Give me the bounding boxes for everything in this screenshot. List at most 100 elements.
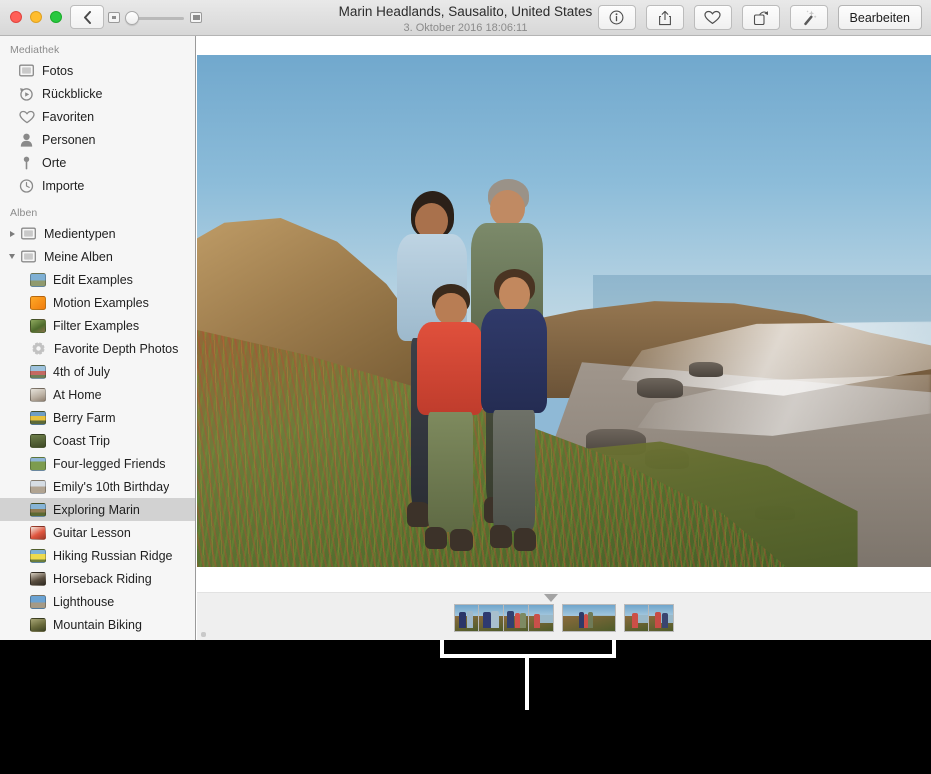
- photos-window: Marin Headlands, Sausalito, United State…: [0, 0, 931, 640]
- sidebar-item-emilys-10th-birthday[interactable]: Emily's 10th Birthday: [0, 475, 195, 498]
- sidebar-item-label: Coast Trip: [53, 433, 110, 448]
- sidebar-item-edit-examples[interactable]: Edit Examples: [0, 268, 195, 291]
- small-thumbnail-icon: [108, 12, 120, 23]
- sidebar-item-favorite-depth-photos[interactable]: Favorite Depth Photos: [0, 337, 195, 360]
- filmstrip-thumbnail[interactable]: [529, 604, 554, 632]
- zoom-button[interactable]: [50, 11, 62, 23]
- person-icon: [18, 132, 35, 147]
- album-thumbnail-icon: [30, 525, 46, 540]
- sidebar-item-label: Horseback Riding: [53, 571, 152, 586]
- sidebar-item-label: Personen: [42, 132, 96, 147]
- sidebar-item-label: Favorite Depth Photos: [54, 341, 179, 356]
- filmstrip-group: [562, 604, 616, 632]
- sidebar-item-orte[interactable]: Orte: [0, 151, 195, 174]
- large-thumbnail-icon: [190, 12, 202, 23]
- filmstrip-thumbnail-selected[interactable]: [562, 604, 616, 632]
- filmstrip-thumbnail[interactable]: [504, 604, 529, 632]
- back-button[interactable]: [70, 5, 104, 29]
- sidebar-item-four-legged-friends[interactable]: Four-legged Friends: [0, 452, 195, 475]
- sidebar-item-label: Lighthouse: [53, 594, 115, 609]
- enhance-button[interactable]: [789, 5, 828, 30]
- sidebar-item-label: Medientypen: [44, 226, 116, 241]
- album-thumbnail-icon: [30, 387, 46, 402]
- sidebar-item-label: At Home: [53, 387, 102, 402]
- sidebar-item-label: Motion Examples: [53, 295, 149, 310]
- sidebar-item-rueckblicke[interactable]: Rückblicke: [0, 82, 195, 105]
- sidebar-item-label: 4th of July: [53, 364, 110, 379]
- toolbar-actions: Bearbeiten: [597, 5, 922, 30]
- favorite-button[interactable]: [693, 5, 732, 30]
- share-icon: [658, 10, 672, 26]
- info-button[interactable]: [597, 5, 636, 30]
- sidebar-item-motion-examples[interactable]: Motion Examples: [0, 291, 195, 314]
- album-thumbnail-icon: [30, 433, 46, 448]
- callout-annotation: [0, 640, 931, 774]
- filmstrip-callout-bracket: [440, 640, 630, 662]
- sidebar-item-fotos[interactable]: Fotos: [0, 59, 195, 82]
- zoom-slider-knob[interactable]: [125, 11, 139, 25]
- folder-icon: [20, 226, 37, 241]
- filmstrip-thumbnail[interactable]: [624, 604, 649, 632]
- album-thumbnail-icon: [30, 272, 46, 287]
- sidebar-item-filter-examples[interactable]: Filter Examples: [0, 314, 195, 337]
- album-thumbnail-icon: [30, 548, 46, 563]
- clock-icon: [18, 178, 35, 193]
- chevron-right-icon[interactable]: [6, 230, 18, 237]
- gear-icon: [30, 341, 47, 356]
- sidebar-item-label: Favoriten: [42, 109, 95, 124]
- filmstrip-thumbnail[interactable]: [454, 604, 479, 632]
- sidebar-item-label: Four-legged Friends: [53, 456, 166, 471]
- filmstrip-bar[interactable]: [197, 592, 931, 640]
- photo-family-group: [381, 168, 579, 557]
- sidebar-item-label: Filter Examples: [53, 318, 140, 333]
- sidebar-item-medientypen[interactable]: Medientypen: [0, 222, 195, 245]
- sidebar-item-label: Berry Farm: [53, 410, 116, 425]
- album-thumbnail-icon: [30, 295, 46, 310]
- pin-icon: [18, 155, 35, 170]
- sidebar-item-label: Hiking Russian Ridge: [53, 548, 173, 563]
- sidebar-item-mountain-biking[interactable]: Mountain Biking: [0, 613, 195, 636]
- album-thumbnail-icon: [30, 594, 46, 609]
- rotate-button[interactable]: [741, 5, 780, 30]
- sidebar-item-lighthouse[interactable]: Lighthouse: [0, 590, 195, 613]
- sidebar-item-at-home[interactable]: At Home: [0, 383, 195, 406]
- sidebar-item-horseback-riding[interactable]: Horseback Riding: [0, 567, 195, 590]
- album-thumbnail-icon: [30, 479, 46, 494]
- filmstrip-thumbnail[interactable]: [649, 604, 674, 632]
- sidebar-item-favoriten[interactable]: Favoriten: [0, 105, 195, 128]
- sidebar[interactable]: Mediathek Fotos Rückblicke Favoriten Per…: [0, 36, 196, 640]
- photo-stage[interactable]: [197, 55, 931, 567]
- filmstrip-scrollbar[interactable]: [201, 632, 206, 637]
- minimize-button[interactable]: [30, 11, 42, 23]
- sidebar-item-label: Emily's 10th Birthday: [53, 479, 170, 494]
- sidebar-item-guitar-lesson[interactable]: Guitar Lesson: [0, 521, 195, 544]
- sidebar-item-exploring-marin[interactable]: Exploring Marin: [0, 498, 195, 521]
- album-thumbnail-icon: [30, 364, 46, 379]
- album-thumbnail-icon: [30, 617, 46, 632]
- memories-icon: [18, 86, 35, 101]
- filmstrip-thumbnails[interactable]: [197, 604, 931, 632]
- sidebar-item-label: Exploring Marin: [53, 502, 140, 517]
- close-button[interactable]: [10, 11, 22, 23]
- heart-icon: [704, 10, 721, 25]
- sidebar-item-berry-farm[interactable]: Berry Farm: [0, 406, 195, 429]
- photo-image[interactable]: [197, 55, 931, 567]
- sidebar-item-label: Rückblicke: [42, 86, 103, 101]
- sidebar-item-4th-of-july[interactable]: 4th of July: [0, 360, 195, 383]
- sidebar-item-meine-alben[interactable]: Meine Alben: [0, 245, 195, 268]
- edit-button[interactable]: Bearbeiten: [837, 5, 922, 30]
- heart-icon: [18, 109, 35, 124]
- album-thumbnail-icon: [30, 410, 46, 425]
- filmstrip-callout-stem: [525, 658, 531, 710]
- filmstrip-thumbnail[interactable]: [479, 604, 504, 632]
- share-button[interactable]: [645, 5, 684, 30]
- photo-person-girl: [478, 268, 553, 557]
- sidebar-item-personen[interactable]: Personen: [0, 128, 195, 151]
- sidebar-item-importe[interactable]: Importe: [0, 174, 195, 197]
- thumbnail-zoom-slider[interactable]: [108, 11, 202, 25]
- chevron-down-icon[interactable]: [6, 254, 18, 259]
- album-thumbnail-icon: [30, 456, 46, 471]
- photo-rock: [688, 362, 723, 378]
- sidebar-item-coast-trip[interactable]: Coast Trip: [0, 429, 195, 452]
- sidebar-item-hiking-russian-ridge[interactable]: Hiking Russian Ridge: [0, 544, 195, 567]
